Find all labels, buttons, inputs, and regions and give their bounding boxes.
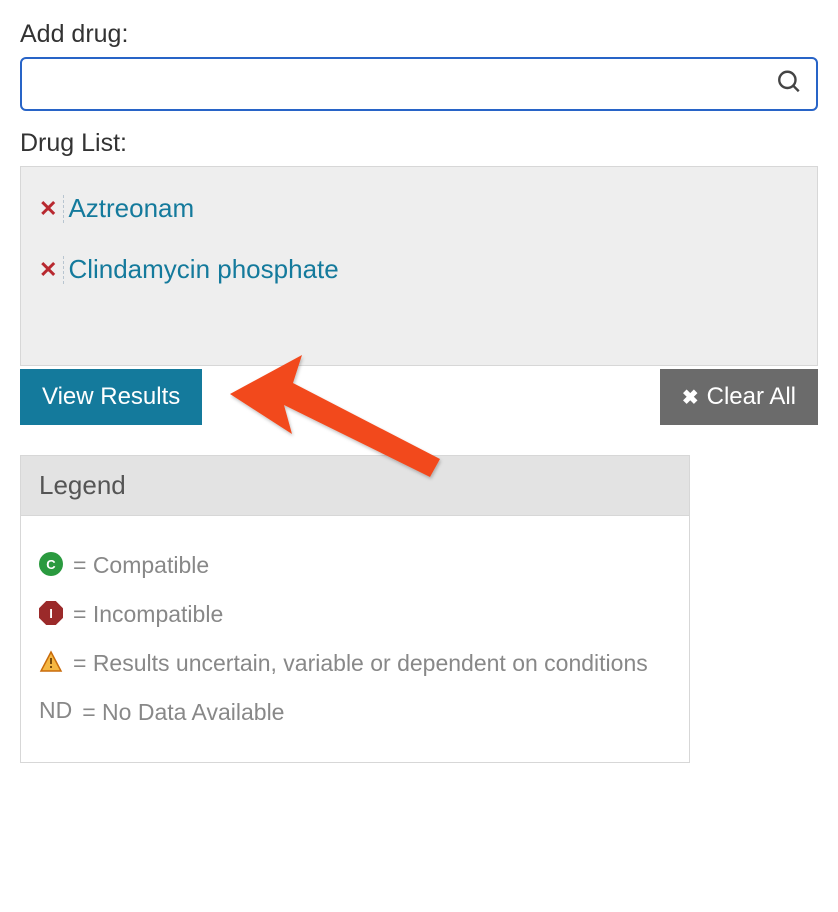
close-icon: ✖ <box>682 385 699 410</box>
legend-text: = No Data Available <box>82 697 671 728</box>
legend-title: Legend <box>21 456 689 516</box>
legend-box: Legend C = Compatible I = Incompatible =… <box>20 455 690 763</box>
search-input-wrap <box>20 57 818 111</box>
legend-row-compatible: C = Compatible <box>39 550 671 581</box>
legend-row-uncertain: = Results uncertain, variable or depende… <box>39 648 671 679</box>
drug-list-label: Drug List: <box>20 129 818 158</box>
legend-row-incompatible: I = Incompatible <box>39 599 671 630</box>
drug-name-link[interactable]: Clindamycin phosphate <box>68 254 338 285</box>
button-row: View Results ✖ Clear All <box>20 369 818 425</box>
add-drug-input[interactable] <box>20 57 818 111</box>
legend-text: = Incompatible <box>73 599 671 630</box>
nodata-label: ND <box>39 697 72 724</box>
drug-list-item: ✕ Aztreonam <box>39 193 799 224</box>
separator <box>63 256 64 284</box>
clear-all-button[interactable]: ✖ Clear All <box>660 369 818 425</box>
legend-body: C = Compatible I = Incompatible = Result… <box>21 516 689 762</box>
view-results-button[interactable]: View Results <box>20 369 202 425</box>
legend-text: = Results uncertain, variable or depende… <box>73 648 671 679</box>
incompatible-icon: I <box>39 601 63 625</box>
separator <box>63 195 64 223</box>
clear-all-label: Clear All <box>707 383 796 411</box>
drug-list-box: ✕ Aztreonam ✕ Clindamycin phosphate <box>20 166 818 366</box>
legend-text: = Compatible <box>73 550 671 581</box>
add-drug-label: Add drug: <box>20 20 818 49</box>
search-icon[interactable] <box>776 69 802 100</box>
legend-row-nodata: ND = No Data Available <box>39 697 671 728</box>
remove-icon[interactable]: ✕ <box>39 259 57 281</box>
remove-icon[interactable]: ✕ <box>39 198 57 220</box>
drug-list-item: ✕ Clindamycin phosphate <box>39 254 799 285</box>
drug-name-link[interactable]: Aztreonam <box>68 193 194 224</box>
compatible-icon: C <box>39 552 63 576</box>
uncertain-icon <box>39 650 63 674</box>
